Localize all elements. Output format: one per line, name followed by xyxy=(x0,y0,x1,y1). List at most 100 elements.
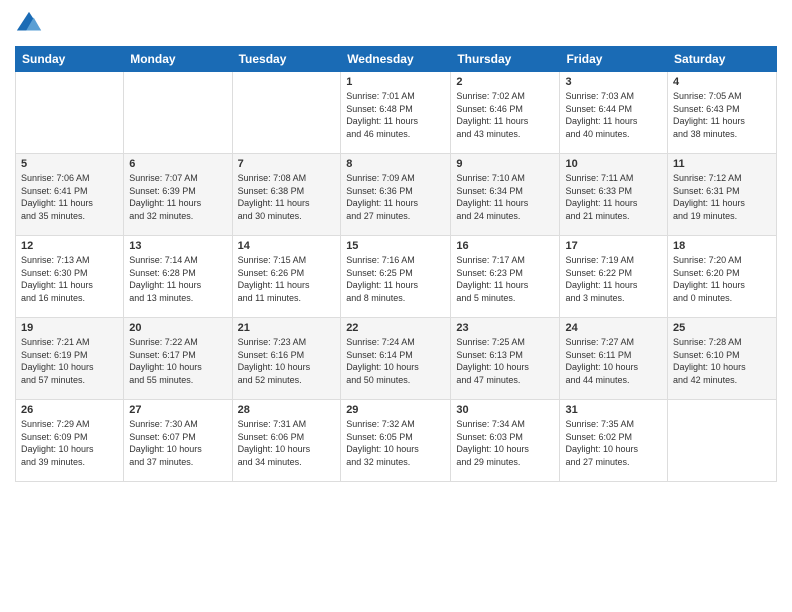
day-number: 9 xyxy=(456,158,554,170)
day-number: 17 xyxy=(565,240,662,252)
day-cell: 4 Sunrise: 7:05 AMSunset: 6:43 PMDaylight… xyxy=(668,72,777,154)
day-cell: 23 Sunrise: 7:25 AMSunset: 6:13 PMDayligh… xyxy=(451,318,560,400)
day-info: Sunrise: 7:05 AMSunset: 6:43 PMDaylight:… xyxy=(673,90,771,140)
day-number: 11 xyxy=(673,158,771,170)
day-info: Sunrise: 7:13 AMSunset: 6:30 PMDaylight:… xyxy=(21,254,118,304)
week-row-1: 1 Sunrise: 7:01 AMSunset: 6:48 PMDaylight… xyxy=(16,72,777,154)
day-info: Sunrise: 7:08 AMSunset: 6:38 PMDaylight:… xyxy=(238,172,336,222)
day-number: 2 xyxy=(456,76,554,88)
day-cell: 29 Sunrise: 7:32 AMSunset: 6:05 PMDayligh… xyxy=(341,400,451,482)
day-cell: 31Sunrise: 7:35 AMSunset: 6:02 PMDayligh… xyxy=(560,400,668,482)
day-number: 15 xyxy=(346,240,445,252)
day-number: 21 xyxy=(238,322,336,334)
day-cell: 30 Sunrise: 7:34 AMSunset: 6:03 PMDayligh… xyxy=(451,400,560,482)
weekday-header-wednesday: Wednesday xyxy=(341,47,451,72)
day-info: Sunrise: 7:22 AMSunset: 6:17 PMDaylight:… xyxy=(129,336,226,386)
day-cell: 2 Sunrise: 7:02 AMSunset: 6:46 PMDaylight… xyxy=(451,72,560,154)
weekday-header-friday: Friday xyxy=(560,47,668,72)
day-cell: 24Sunrise: 7:27 AMSunset: 6:11 PMDayligh… xyxy=(560,318,668,400)
day-cell: 13Sunrise: 7:14 AMSunset: 6:28 PMDayligh… xyxy=(124,236,232,318)
day-info: Sunrise: 7:09 AMSunset: 6:36 PMDaylight:… xyxy=(346,172,445,222)
weekday-header-saturday: Saturday xyxy=(668,47,777,72)
day-cell: 28 Sunrise: 7:31 AMSunset: 6:06 PMDayligh… xyxy=(232,400,341,482)
day-cell: 26 Sunrise: 7:29 AMSunset: 6:09 PMDayligh… xyxy=(16,400,124,482)
day-number: 28 xyxy=(238,404,336,416)
day-number: 12 xyxy=(21,240,118,252)
day-cell: 7Sunrise: 7:08 AMSunset: 6:38 PMDaylight… xyxy=(232,154,341,236)
day-cell: 11 Sunrise: 7:12 AMSunset: 6:31 PMDayligh… xyxy=(668,154,777,236)
week-row-3: 12 Sunrise: 7:13 AMSunset: 6:30 PMDayligh… xyxy=(16,236,777,318)
day-info: Sunrise: 7:20 AMSunset: 6:20 PMDaylight:… xyxy=(673,254,771,304)
day-number: 20 xyxy=(129,322,226,334)
day-info: Sunrise: 7:32 AMSunset: 6:05 PMDaylight:… xyxy=(346,418,445,468)
day-info: Sunrise: 7:03 AMSunset: 6:44 PMDaylight:… xyxy=(565,90,662,140)
day-number: 16 xyxy=(456,240,554,252)
day-info: Sunrise: 7:02 AMSunset: 6:46 PMDaylight:… xyxy=(456,90,554,140)
day-number: 25 xyxy=(673,322,771,334)
logo xyxy=(15,10,47,38)
day-number: 30 xyxy=(456,404,554,416)
day-cell xyxy=(124,72,232,154)
day-info: Sunrise: 7:12 AMSunset: 6:31 PMDaylight:… xyxy=(673,172,771,222)
day-cell: 22 Sunrise: 7:24 AMSunset: 6:14 PMDayligh… xyxy=(341,318,451,400)
weekday-header-thursday: Thursday xyxy=(451,47,560,72)
day-info: Sunrise: 7:15 AMSunset: 6:26 PMDaylight:… xyxy=(238,254,336,304)
day-info: Sunrise: 7:17 AMSunset: 6:23 PMDaylight:… xyxy=(456,254,554,304)
weekday-header-monday: Monday xyxy=(124,47,232,72)
day-cell: 6 Sunrise: 7:07 AMSunset: 6:39 PMDaylight… xyxy=(124,154,232,236)
day-cell: 18 Sunrise: 7:20 AMSunset: 6:20 PMDayligh… xyxy=(668,236,777,318)
day-number: 4 xyxy=(673,76,771,88)
week-row-4: 19 Sunrise: 7:21 AMSunset: 6:19 PMDayligh… xyxy=(16,318,777,400)
day-cell: 5 Sunrise: 7:06 AMSunset: 6:41 PMDaylight… xyxy=(16,154,124,236)
day-number: 19 xyxy=(21,322,118,334)
week-row-2: 5 Sunrise: 7:06 AMSunset: 6:41 PMDaylight… xyxy=(16,154,777,236)
day-info: Sunrise: 7:25 AMSunset: 6:13 PMDaylight:… xyxy=(456,336,554,386)
day-cell: 12 Sunrise: 7:13 AMSunset: 6:30 PMDayligh… xyxy=(16,236,124,318)
day-cell: 21 Sunrise: 7:23 AMSunset: 6:16 PMDayligh… xyxy=(232,318,341,400)
day-number: 18 xyxy=(673,240,771,252)
day-info: Sunrise: 7:30 AMSunset: 6:07 PMDaylight:… xyxy=(129,418,226,468)
day-info: Sunrise: 7:14 AMSunset: 6:28 PMDaylight:… xyxy=(129,254,226,304)
day-number: 8 xyxy=(346,158,445,170)
day-cell: 20 Sunrise: 7:22 AMSunset: 6:17 PMDayligh… xyxy=(124,318,232,400)
day-number: 27 xyxy=(129,404,226,416)
day-cell: 9Sunrise: 7:10 AMSunset: 6:34 PMDaylight… xyxy=(451,154,560,236)
day-info: Sunrise: 7:28 AMSunset: 6:10 PMDaylight:… xyxy=(673,336,771,386)
day-info: Sunrise: 7:24 AMSunset: 6:14 PMDaylight:… xyxy=(346,336,445,386)
day-number: 1 xyxy=(346,76,445,88)
logo-icon xyxy=(15,10,43,38)
day-info: Sunrise: 7:23 AMSunset: 6:16 PMDaylight:… xyxy=(238,336,336,386)
day-cell: 3 Sunrise: 7:03 AMSunset: 6:44 PMDaylight… xyxy=(560,72,668,154)
weekday-header-row: SundayMondayTuesdayWednesdayThursdayFrid… xyxy=(16,47,777,72)
day-number: 10 xyxy=(565,158,662,170)
weekday-header-sunday: Sunday xyxy=(16,47,124,72)
day-cell: 1 Sunrise: 7:01 AMSunset: 6:48 PMDaylight… xyxy=(341,72,451,154)
day-info: Sunrise: 7:11 AMSunset: 6:33 PMDaylight:… xyxy=(565,172,662,222)
day-cell xyxy=(16,72,124,154)
day-cell: 8 Sunrise: 7:09 AMSunset: 6:36 PMDaylight… xyxy=(341,154,451,236)
day-info: Sunrise: 7:06 AMSunset: 6:41 PMDaylight:… xyxy=(21,172,118,222)
day-cell: 15Sunrise: 7:16 AMSunset: 6:25 PMDayligh… xyxy=(341,236,451,318)
calendar: SundayMondayTuesdayWednesdayThursdayFrid… xyxy=(15,46,777,482)
day-number: 22 xyxy=(346,322,445,334)
day-info: Sunrise: 7:07 AMSunset: 6:39 PMDaylight:… xyxy=(129,172,226,222)
day-number: 3 xyxy=(565,76,662,88)
header xyxy=(15,10,777,38)
day-number: 14 xyxy=(238,240,336,252)
day-info: Sunrise: 7:01 AMSunset: 6:48 PMDaylight:… xyxy=(346,90,445,140)
day-number: 5 xyxy=(21,158,118,170)
day-info: Sunrise: 7:27 AMSunset: 6:11 PMDaylight:… xyxy=(565,336,662,386)
day-number: 29 xyxy=(346,404,445,416)
day-number: 31 xyxy=(565,404,662,416)
day-cell: 14 Sunrise: 7:15 AMSunset: 6:26 PMDayligh… xyxy=(232,236,341,318)
day-cell xyxy=(668,400,777,482)
day-number: 6 xyxy=(129,158,226,170)
day-number: 23 xyxy=(456,322,554,334)
day-number: 26 xyxy=(21,404,118,416)
day-info: Sunrise: 7:29 AMSunset: 6:09 PMDaylight:… xyxy=(21,418,118,468)
day-cell: 25 Sunrise: 7:28 AMSunset: 6:10 PMDayligh… xyxy=(668,318,777,400)
day-info: Sunrise: 7:21 AMSunset: 6:19 PMDaylight:… xyxy=(21,336,118,386)
day-cell: 19 Sunrise: 7:21 AMSunset: 6:19 PMDayligh… xyxy=(16,318,124,400)
day-info: Sunrise: 7:31 AMSunset: 6:06 PMDaylight:… xyxy=(238,418,336,468)
day-info: Sunrise: 7:34 AMSunset: 6:03 PMDaylight:… xyxy=(456,418,554,468)
